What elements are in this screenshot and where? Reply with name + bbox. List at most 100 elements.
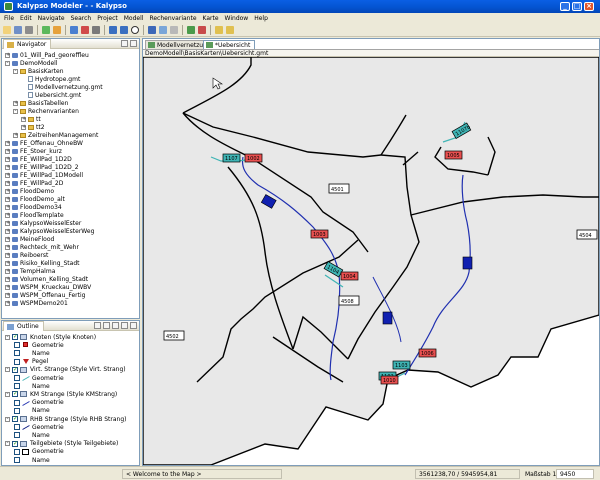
- tree-item[interactable]: + FloodTemplate: [5, 211, 64, 219]
- visibility-checkbox[interactable]: [14, 342, 20, 349]
- outline-add-icon[interactable]: [94, 322, 101, 329]
- visibility-checkbox[interactable]: [14, 383, 20, 390]
- tree-item[interactable]: + WSPM_Offenau_Fertig: [5, 291, 85, 299]
- layer-property[interactable]: Geometrie: [14, 341, 64, 349]
- visibility-checkbox[interactable]: [14, 448, 20, 455]
- expand-toggle-icon[interactable]: -: [5, 416, 10, 422]
- forward-arrow-icon[interactable]: [120, 25, 128, 34]
- visibility-checkbox[interactable]: [14, 375, 20, 381]
- maximize-button[interactable]: □: [572, 2, 582, 11]
- expand-toggle-icon[interactable]: +: [5, 180, 10, 186]
- tree-item[interactable]: + WSPMDemo201: [5, 299, 68, 307]
- menu-item-project[interactable]: Project: [97, 15, 118, 22]
- layer-property[interactable]: Name: [14, 349, 50, 357]
- expand-toggle-icon[interactable]: +: [5, 244, 10, 250]
- node-marker[interactable]: 1006: [418, 348, 437, 358]
- layer-item[interactable]: - ✓ Virt. Strange (Style Virt. Strang): [5, 366, 126, 374]
- expand-toggle-icon[interactable]: +: [13, 100, 18, 106]
- print-icon[interactable]: [25, 25, 33, 34]
- layer-property[interactable]: Geometrie: [14, 423, 64, 431]
- tree-item[interactable]: + FE_Stoer_kurz: [5, 147, 62, 155]
- visibility-checkbox[interactable]: [14, 350, 20, 357]
- tree-item[interactable]: + FloodDemo34: [5, 203, 62, 211]
- layer-property[interactable]: Name: [14, 382, 50, 390]
- tree-item[interactable]: + Rechteck_mit_Wehr: [5, 243, 79, 251]
- close-button[interactable]: ×: [584, 2, 594, 11]
- tree-item[interactable]: + FloodDemo_alt: [5, 195, 65, 203]
- tree-item[interactable]: - DemoModell: [5, 59, 58, 67]
- menu-item-help[interactable]: Help: [254, 15, 268, 22]
- expand-toggle-icon[interactable]: +: [5, 276, 10, 282]
- open-folder-icon[interactable]: [53, 25, 61, 34]
- tree-item[interactable]: + FE_Offenau_OhneBW: [5, 139, 83, 147]
- expand-toggle-icon[interactable]: +: [5, 148, 10, 154]
- node-marker[interactable]: 1010: [380, 375, 399, 385]
- expand-toggle-icon[interactable]: +: [5, 260, 10, 266]
- tab-navigator[interactable]: Navigator: [3, 39, 52, 49]
- menu-item-file[interactable]: File: [4, 15, 14, 22]
- expand-toggle-icon[interactable]: +: [5, 188, 10, 194]
- visibility-checkbox[interactable]: [14, 432, 20, 439]
- expand-toggle-icon[interactable]: +: [5, 284, 10, 290]
- tree-item[interactable]: + FE_WillPad_2D: [5, 179, 63, 187]
- expand-toggle-icon[interactable]: -: [5, 367, 10, 373]
- node-marker[interactable]: 1004: [340, 271, 359, 281]
- menu-item-search[interactable]: Search: [71, 15, 92, 22]
- expand-toggle-icon[interactable]: -: [5, 441, 10, 447]
- expand-toggle-icon[interactable]: +: [5, 52, 10, 58]
- tree-item[interactable]: + ZeitreihenManagement: [13, 131, 98, 139]
- delete-icon[interactable]: [81, 25, 89, 34]
- expand-toggle-icon[interactable]: +: [5, 172, 10, 178]
- menu-item-karte[interactable]: Karte: [203, 15, 219, 22]
- expand-toggle-icon[interactable]: +: [21, 124, 26, 130]
- visibility-checkbox[interactable]: ✓: [12, 416, 18, 422]
- expand-toggle-icon[interactable]: +: [5, 220, 10, 226]
- tree-item[interactable]: + Risiko_Kelling_Stadt: [5, 259, 80, 267]
- tab-outline[interactable]: Outline: [3, 321, 44, 331]
- tree-item[interactable]: + MeineFlood: [5, 235, 54, 243]
- node-marker[interactable]: 1005: [444, 150, 463, 160]
- tree-item[interactable]: + FE_WillPad_1D2D: [5, 155, 72, 163]
- layer-property[interactable]: Name: [14, 407, 50, 415]
- visibility-checkbox[interactable]: [14, 457, 20, 463]
- expand-toggle-icon[interactable]: +: [5, 300, 10, 306]
- layer-property[interactable]: Geometrie: [14, 374, 64, 382]
- tree-item[interactable]: - BasisKarten: [13, 67, 64, 75]
- expand-toggle-icon[interactable]: +: [5, 252, 10, 258]
- minimize-button[interactable]: _: [560, 2, 570, 11]
- tab-uebersicht[interactable]: *Uebersicht: [203, 40, 256, 49]
- minimize-view-icon[interactable]: [121, 40, 128, 47]
- visibility-checkbox[interactable]: ✓: [12, 440, 18, 447]
- save-icon[interactable]: [14, 25, 22, 34]
- tree-item[interactable]: + TempHalma: [5, 267, 55, 275]
- tree-item[interactable]: + tt2: [21, 123, 45, 131]
- strand-marker[interactable]: 1103: [392, 360, 411, 370]
- maximize-view-icon[interactable]: [130, 40, 137, 47]
- expand-toggle-icon[interactable]: +: [5, 140, 10, 146]
- new-icon[interactable]: [3, 25, 11, 34]
- layer-item[interactable]: - ✓ Knoten (Style Knoten): [5, 333, 96, 341]
- expand-toggle-icon[interactable]: +: [5, 212, 10, 218]
- tree-item[interactable]: Uebersicht.gmt: [21, 91, 81, 99]
- tree-item[interactable]: + KalypsoWeisselEster: [5, 219, 81, 227]
- tree-item[interactable]: + Volumen_Kelling_Stadt: [5, 275, 88, 283]
- node-marker[interactable]: 1002: [244, 153, 263, 163]
- layer-item[interactable]: - ✓ Teilgebiete (Style Teilgebiete): [5, 440, 118, 448]
- tree-item[interactable]: Hydrotope.gmt: [21, 75, 80, 83]
- tree-item[interactable]: + WSPM_Krueckau_DWBV: [5, 283, 91, 291]
- menu-item-edit[interactable]: Edit: [20, 15, 32, 22]
- pan-icon[interactable]: [148, 25, 156, 34]
- tree-item[interactable]: + FE_WillPad_1D2D_2: [5, 163, 79, 171]
- expand-toggle-icon[interactable]: +: [13, 132, 18, 138]
- tree-item[interactable]: + FE_WillPad_1DModell: [5, 171, 83, 179]
- properties-icon[interactable]: [92, 25, 100, 34]
- layer-property[interactable]: Pegel: [14, 358, 48, 366]
- tree-item[interactable]: + tt: [21, 115, 41, 123]
- layer-property[interactable]: Name: [14, 456, 50, 464]
- expand-toggle-icon[interactable]: -: [5, 391, 10, 397]
- map-canvas[interactable]: 4501 4508 4502 4504 1107 1107b 1104 1103…: [143, 57, 599, 465]
- rhb-basin[interactable]: [382, 311, 393, 325]
- expand-toggle-icon[interactable]: +: [21, 116, 26, 122]
- layer-property[interactable]: Name: [14, 431, 50, 439]
- expand-toggle-icon[interactable]: -: [13, 108, 18, 114]
